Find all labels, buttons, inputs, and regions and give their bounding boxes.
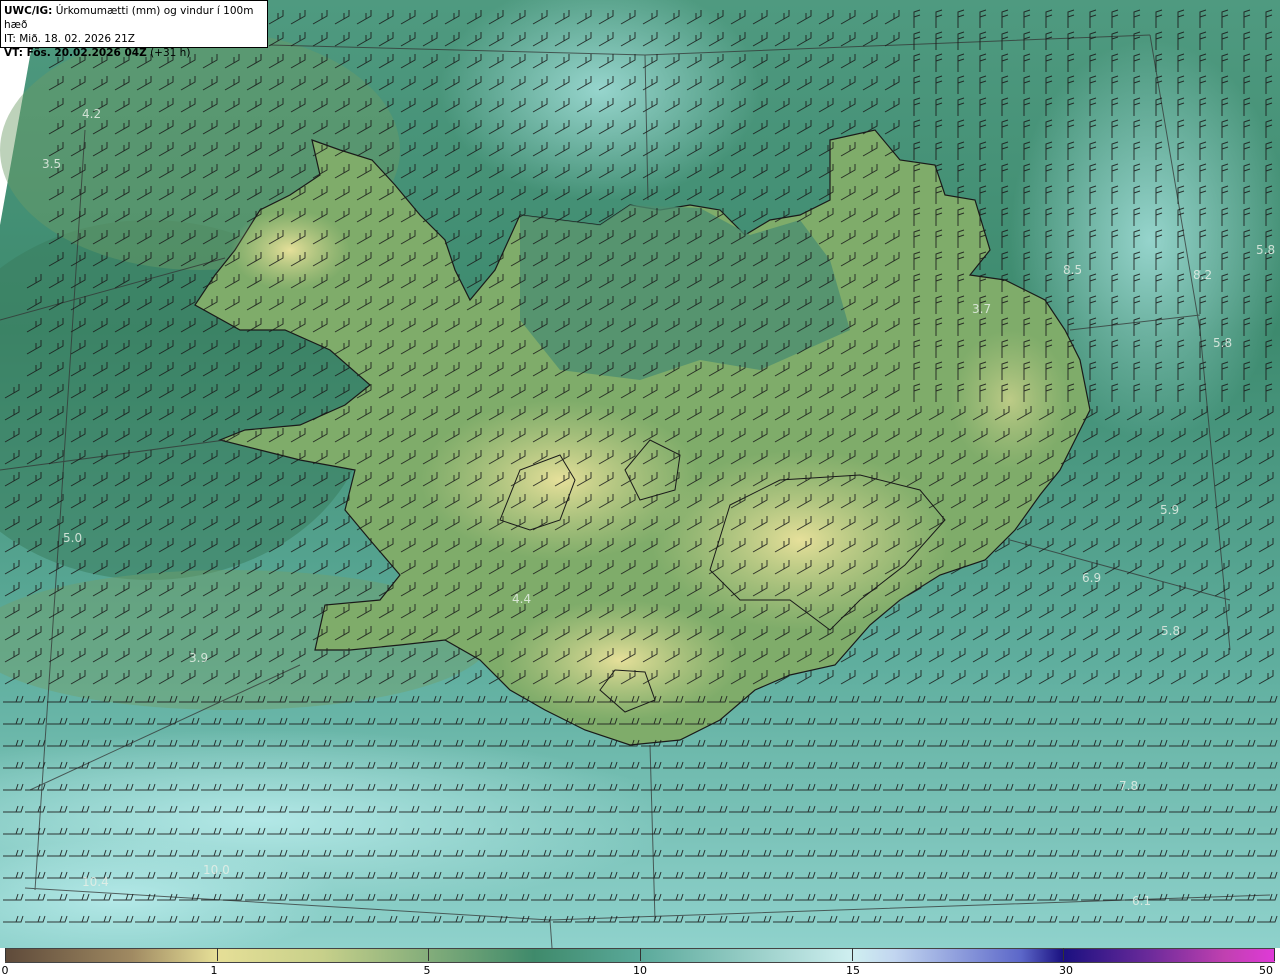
header-line-3: VT: Fös. 20.02.2026 04Z (+31 h): [4, 46, 264, 60]
colorbar-tick: [5, 948, 6, 961]
map-stage: 4.2 3.5 5.0 3.9 4.4 3.7 8.5 8.2 5.8 5.8 …: [0, 0, 1280, 978]
colorbar-label: 1: [210, 964, 218, 977]
highland-east: [950, 330, 1070, 470]
colorbar: 0 1 5 10 15 30 50: [0, 948, 1280, 978]
value-label: 4.2: [82, 107, 101, 121]
colorbar-tick: [217, 948, 218, 961]
colorbar-label: 5: [423, 964, 431, 977]
info-box: UWC/IG: Úrkomumætti (mm) og vindur í 100…: [0, 0, 268, 59]
value-label: 3.9: [189, 651, 208, 665]
highland-vatnajokull: [650, 450, 950, 630]
colorbar-tick: [1274, 948, 1275, 961]
initial-time: IT: Mið. 18. 02. 2026 21Z: [4, 33, 135, 45]
valid-time: VT: Fös. 20.02.2026 04Z: [4, 47, 147, 59]
colorbar-tick: [1063, 948, 1064, 961]
colorbar-tick: [852, 948, 853, 961]
value-label: 6.9: [1082, 571, 1101, 585]
value-label: 3.7: [972, 302, 991, 316]
colorbar-label: 0: [1, 964, 9, 977]
header-line-1: UWC/IG: Úrkomumætti (mm) og vindur í 100…: [4, 4, 264, 32]
value-label: 5.0: [63, 531, 82, 545]
value-label: 4.4: [512, 592, 531, 606]
value-label: 5.8: [1256, 243, 1275, 257]
value-label: 5.8: [1161, 624, 1180, 638]
colorbar-tick: [428, 948, 429, 961]
value-label: 5.8: [1213, 336, 1232, 350]
value-label: 6.1: [1132, 894, 1151, 908]
value-label: 5.9: [1160, 503, 1179, 517]
colorbar-tick: [640, 948, 641, 961]
colorbar-label: 15: [846, 964, 860, 977]
value-label: 3.5: [42, 157, 61, 171]
value-label: 8.2: [1193, 268, 1212, 282]
value-label: 7.8: [1119, 779, 1138, 793]
value-label: 10.4: [82, 875, 109, 889]
product-code: UWC/IG:: [4, 5, 53, 17]
value-label: 10.0: [203, 863, 230, 877]
colorbar-label: 10: [633, 964, 647, 977]
colorbar-label: 30: [1059, 964, 1073, 977]
colorbar-label: 50: [1259, 964, 1273, 977]
weather-map: 4.2 3.5 5.0 3.9 4.4 3.7 8.5 8.2 5.8 5.8 …: [0, 0, 1280, 960]
value-label: 8.5: [1063, 263, 1082, 277]
lead-time: (+31 h): [146, 47, 191, 59]
